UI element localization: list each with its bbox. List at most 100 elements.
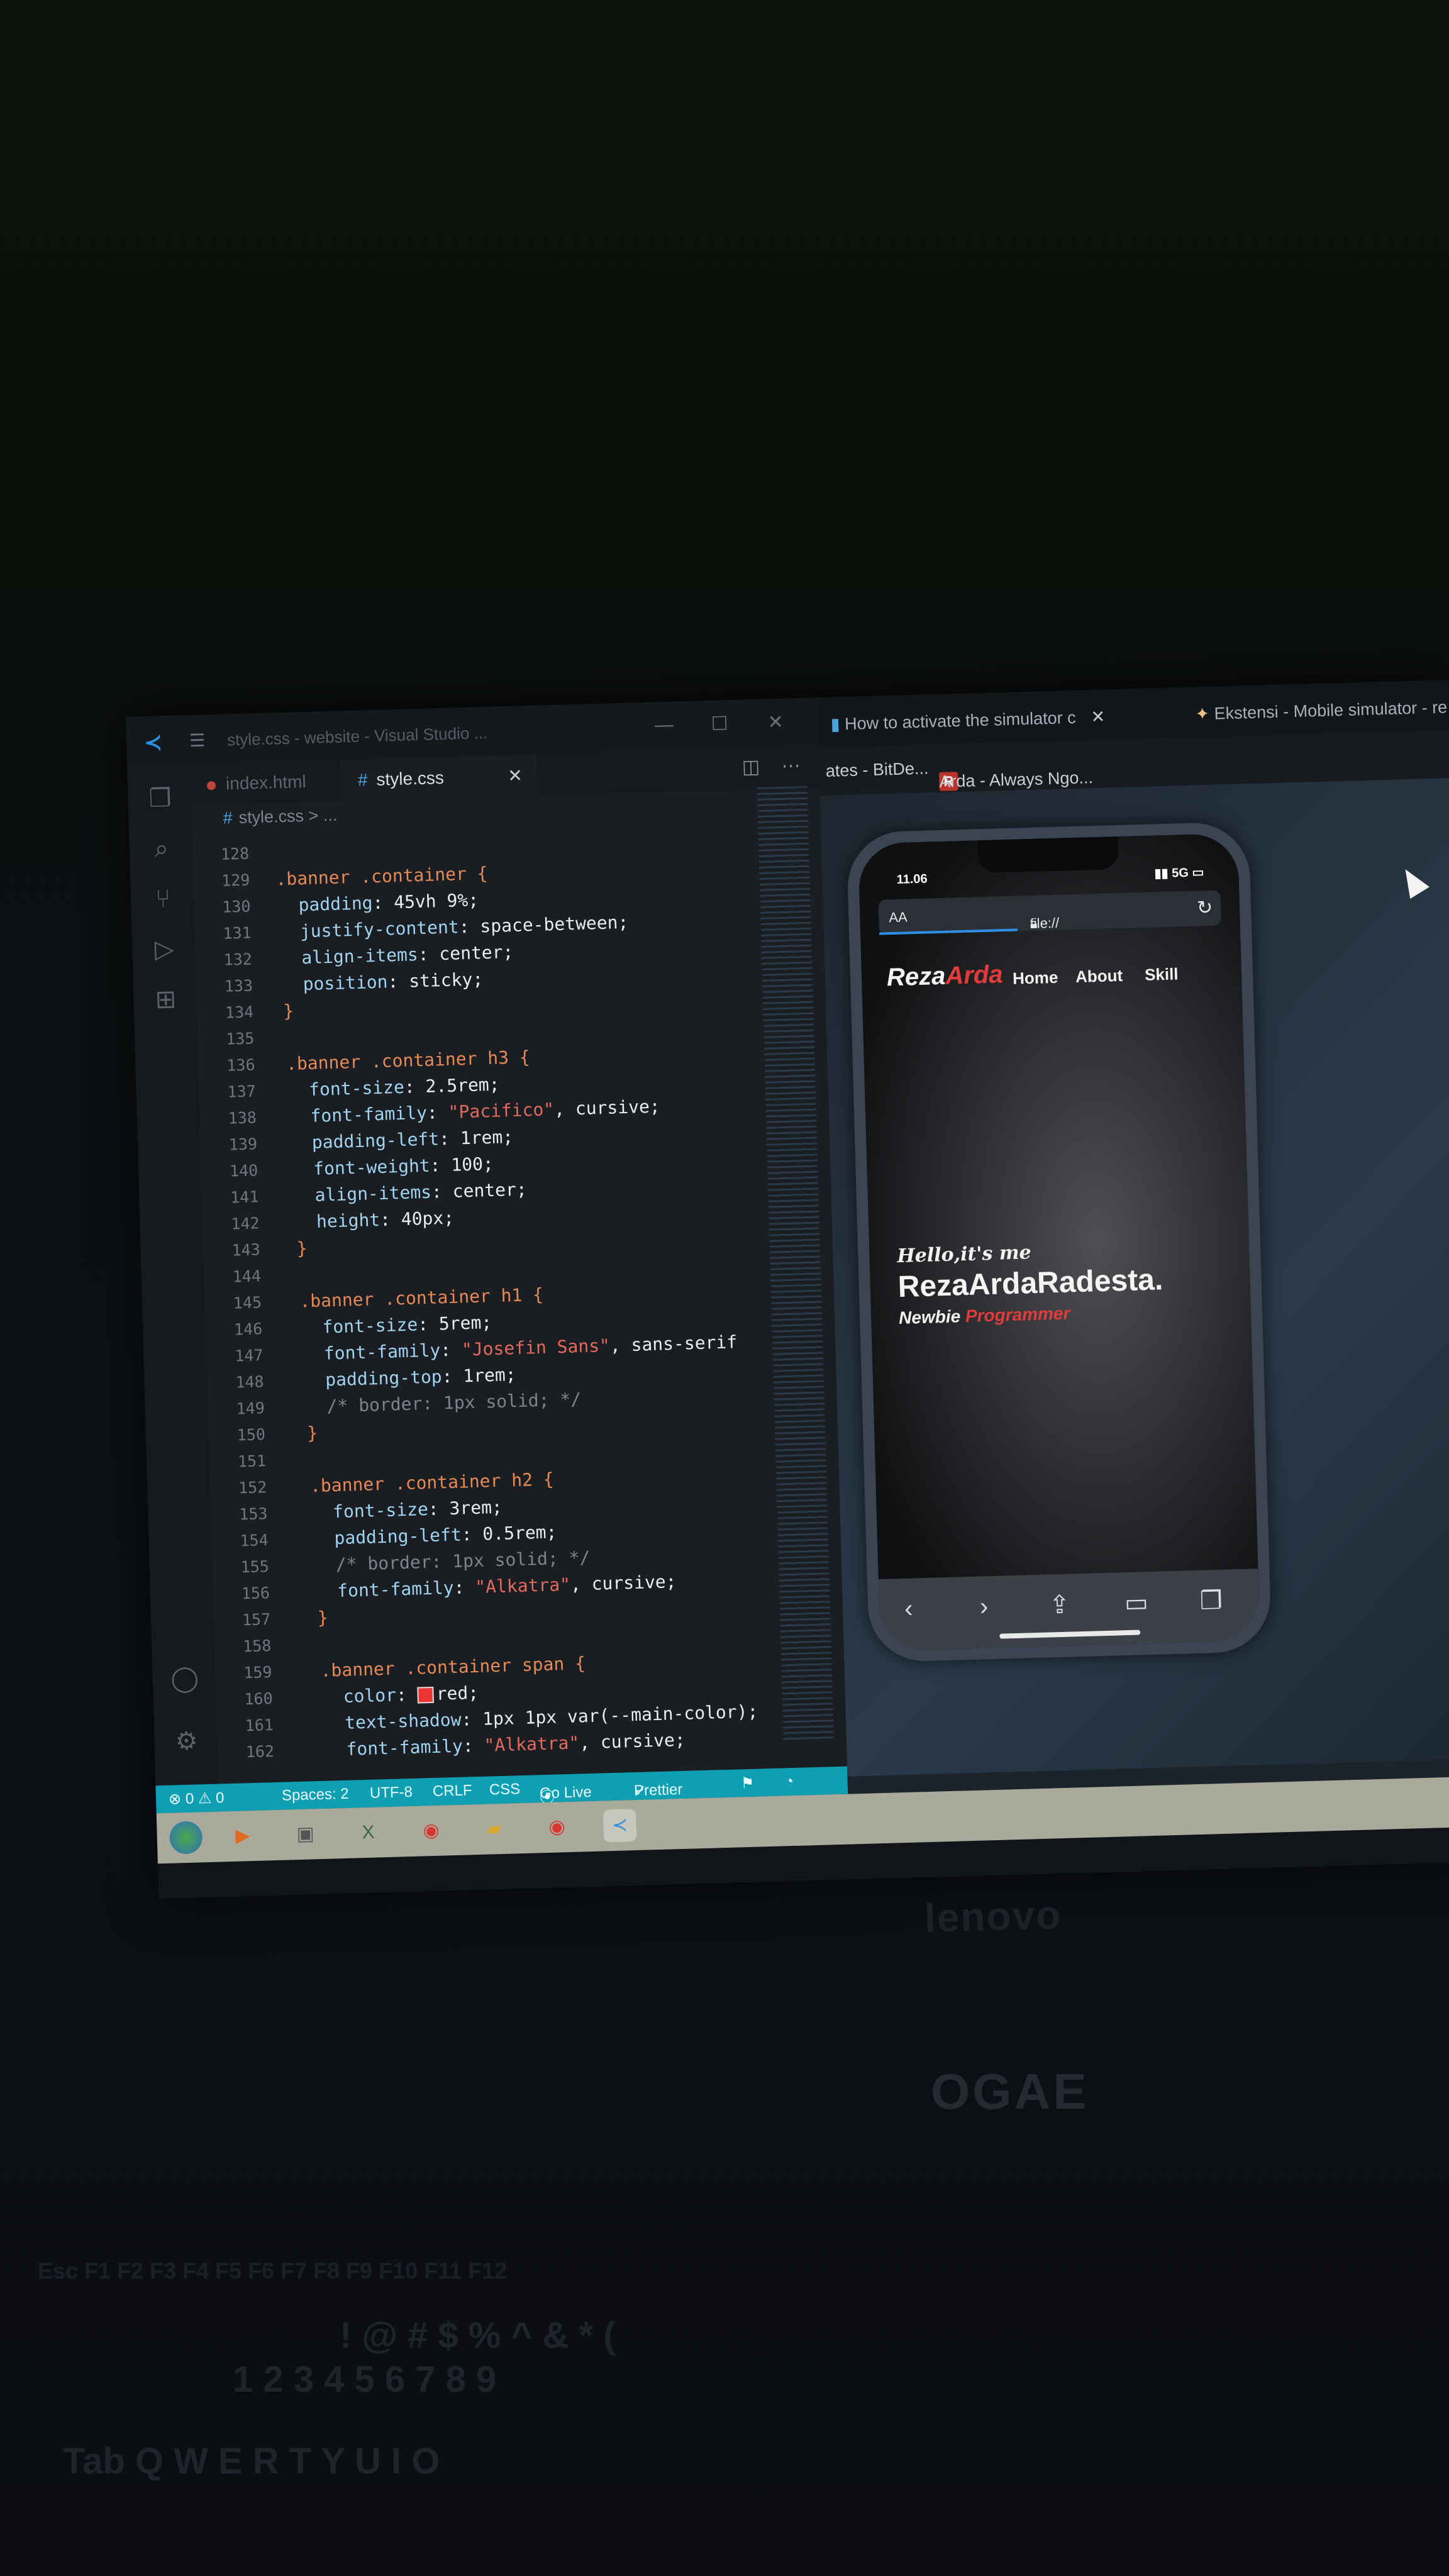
- keyboard-q-row: Tab Q W E R T Y U I O: [63, 2441, 440, 2482]
- nav-home[interactable]: Home: [1013, 968, 1058, 989]
- keyboard-sticker: OGAE: [931, 2063, 1089, 2119]
- line-number: 146: [233, 1319, 263, 1339]
- phone-url-bar[interactable]: AA 🔒︎ file:// ↻: [878, 890, 1221, 935]
- encoding-status[interactable]: UTF-8: [370, 1784, 413, 1802]
- media-player-icon[interactable]: ▶: [226, 1819, 259, 1853]
- more-actions-icon[interactable]: ⋯: [781, 755, 801, 777]
- line-number: 145: [233, 1293, 262, 1313]
- bookmark-item[interactable]: ates - BitDe...: [825, 758, 928, 781]
- site-navbar: RezaArda Home About Skill: [886, 954, 1226, 1001]
- line-number: 151: [237, 1452, 267, 1471]
- line-number: 161: [245, 1716, 274, 1735]
- line-number: 139: [228, 1135, 258, 1154]
- code-text: font-size: 2.5rem;: [287, 1074, 500, 1101]
- browser-window: ▮ How to activate the simulator c ✕ ✦ Eks…: [817, 680, 1449, 1804]
- page-viewport: 11.06 ▮▮ 5G ▭ AA 🔒︎ file:// ↻ RezaArda H…: [819, 778, 1449, 1777]
- eol-status[interactable]: CRLF: [433, 1782, 472, 1801]
- code-text: font-weight: 100;: [292, 1153, 494, 1180]
- browser-tab[interactable]: ✦ Ekstensi - Mobile simulator - re: [1195, 691, 1449, 730]
- bookmark-favicon-icon: ▮: [830, 714, 845, 734]
- extension-puzzle-icon: ✦: [1195, 704, 1215, 724]
- keyboard-symbol-row: ! @ # $ % ^ & * (: [340, 2315, 616, 2356]
- line-number: 152: [238, 1478, 267, 1497]
- load-progress: [879, 928, 1018, 935]
- notifications-icon[interactable]: ◔: [784, 1773, 794, 1790]
- hero-name: RezaArdaRadesta.: [897, 1263, 1163, 1304]
- account-icon[interactable]: ◯: [170, 1663, 199, 1693]
- phone-signal: ▮▮ 5G ▭: [1154, 865, 1204, 881]
- chrome-icon[interactable]: ◉: [540, 1811, 574, 1844]
- code-text: font-size: 5rem;: [301, 1312, 492, 1338]
- phone-notch: [977, 836, 1119, 874]
- share-icon[interactable]: ⇪: [1048, 1591, 1070, 1620]
- forward-icon[interactable]: ›: [979, 1592, 989, 1621]
- search-icon[interactable]: ⌕: [147, 834, 176, 863]
- hamburger-menu-icon[interactable]: ☰: [189, 730, 206, 751]
- chrome-icon[interactable]: ◉: [414, 1814, 448, 1847]
- language-status[interactable]: CSS: [489, 1780, 520, 1799]
- nav-about[interactable]: About: [1075, 966, 1123, 987]
- reload-icon[interactable]: ↻: [1197, 897, 1213, 919]
- tabs-icon[interactable]: ❐: [1199, 1586, 1223, 1616]
- signal-icon: ▮▮: [1154, 866, 1172, 881]
- editor-actions: ◫ ⋯: [741, 755, 801, 779]
- bookmarks-book-icon[interactable]: ▭: [1124, 1588, 1148, 1618]
- line-number: 154: [240, 1531, 269, 1550]
- site-logo[interactable]: RezaArda: [886, 960, 1003, 992]
- window-title: style.css - website - Visual Studio ...: [226, 723, 488, 750]
- laptop-brand: lenovo: [924, 1892, 1063, 1941]
- code-text: font-family: "Alkatra", cursive;: [325, 1729, 686, 1760]
- run-debug-icon[interactable]: ▷: [150, 935, 179, 964]
- back-icon[interactable]: ‹: [904, 1595, 913, 1623]
- code-text: padding: 45vh 9%;: [277, 889, 479, 916]
- close-tab-icon[interactable]: ✕: [1091, 708, 1105, 727]
- line-number: 149: [236, 1399, 265, 1418]
- vscode-logo-icon: ≺: [143, 730, 163, 755]
- tab-style-css[interactable]: # style.css ✕: [341, 754, 538, 802]
- close-tab-icon[interactable]: ✕: [507, 755, 523, 797]
- html-file-icon: [206, 781, 216, 791]
- css-file-icon: #: [357, 770, 368, 790]
- vscode-taskbar-icon[interactable]: ≺: [602, 1809, 637, 1843]
- line-number: 144: [232, 1267, 262, 1286]
- extensions-icon[interactable]: ⊞: [151, 985, 180, 1014]
- minimize-icon[interactable]: —: [654, 714, 674, 736]
- browser-tab[interactable]: ▮ How to activate the simulator c ✕: [830, 699, 1183, 740]
- line-number: 142: [231, 1214, 260, 1233]
- indentation-status[interactable]: Spaces: 2: [282, 1785, 349, 1805]
- reader-aa[interactable]: AA: [889, 909, 908, 926]
- split-editor-icon[interactable]: ◫: [741, 757, 760, 778]
- line-number: 150: [236, 1425, 266, 1445]
- code-text: padding-left: 1rem;: [290, 1126, 514, 1153]
- line-number: 158: [242, 1636, 272, 1656]
- problems-indicator[interactable]: ⊗ 0 ⚠ 0: [169, 1789, 225, 1808]
- code-editor[interactable]: 128 129 .banner .container {130 padding: 4…: [192, 824, 809, 1772]
- feedback-icon[interactable]: ⚑: [740, 1774, 754, 1793]
- breadcrumb[interactable]: # style.css > ...: [223, 806, 338, 828]
- app-icon[interactable]: ▣: [289, 1818, 322, 1851]
- excel-icon[interactable]: X: [352, 1816, 385, 1849]
- line-number: 153: [238, 1504, 268, 1524]
- settings-gear-icon[interactable]: ⚙: [172, 1726, 201, 1756]
- line-number: 137: [227, 1082, 257, 1101]
- folder-icon[interactable]: ▰: [477, 1813, 511, 1846]
- line-number: 157: [242, 1610, 271, 1629]
- css-file-icon: #: [223, 808, 233, 828]
- start-button-icon[interactable]: [169, 1821, 203, 1855]
- source-control-icon[interactable]: ⑂: [148, 884, 177, 914]
- line-number: 147: [234, 1346, 264, 1365]
- keyboard-fn-row: Esc F1 F2 F3 F4 F5 F6 F7 F8 F9 F10 F11 F…: [38, 2258, 508, 2284]
- close-icon[interactable]: ✕: [767, 711, 784, 734]
- hero-section: Hello,it's me RezaArdaRadesta. Newbie Pr…: [897, 1238, 1164, 1328]
- code-text: }: [317, 1607, 329, 1629]
- keyboard-number-row: 1 2 3 4 5 6 7 8 9: [233, 2359, 497, 2400]
- explorer-icon[interactable]: ❐: [145, 784, 175, 813]
- code-text: .banner .container {: [275, 863, 488, 890]
- line-number: 130: [221, 897, 251, 916]
- phone-simulator: 11.06 ▮▮ 5G ▭ AA 🔒︎ file:// ↻ RezaArda H…: [846, 821, 1272, 1663]
- nav-skill[interactable]: Skill: [1145, 964, 1179, 984]
- color-swatch-icon[interactable]: [417, 1686, 435, 1704]
- code-text: position: sticky;: [281, 969, 484, 996]
- maximize-icon[interactable]: ☐: [711, 713, 728, 735]
- line-number: 138: [228, 1108, 257, 1128]
